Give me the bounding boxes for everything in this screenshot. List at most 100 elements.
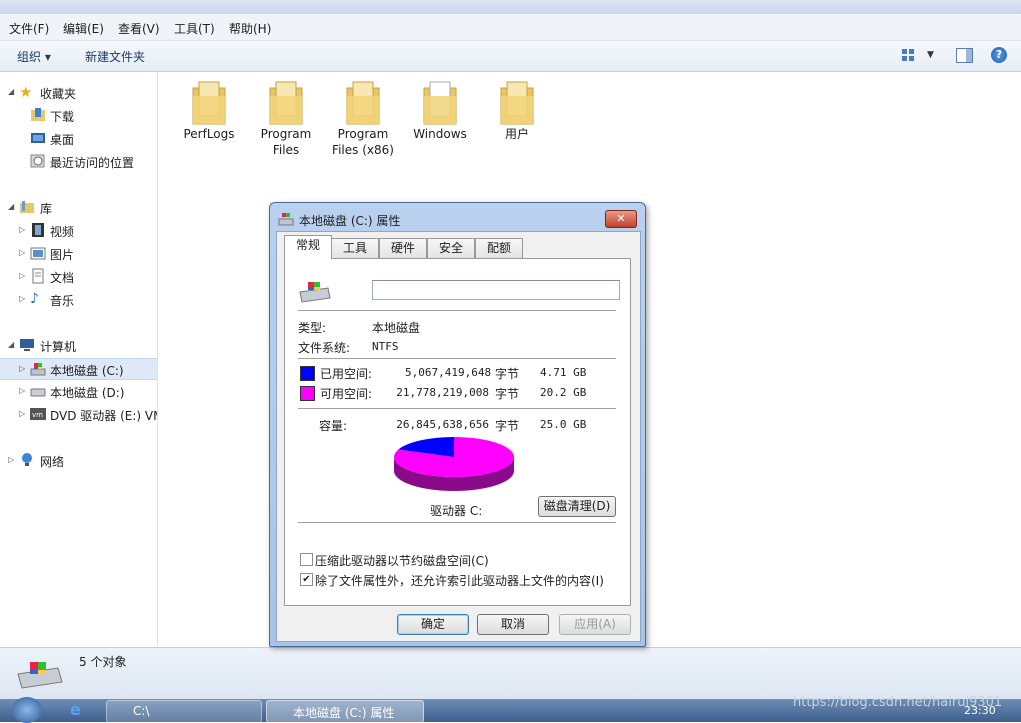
free-space-label: 可用空间:: [320, 387, 373, 401]
folder-item[interactable]: Program Files (x86): [328, 78, 398, 158]
preview-pane-icon[interactable]: [956, 48, 973, 63]
ok-button[interactable]: 确定: [397, 614, 469, 635]
folder-item[interactable]: Windows: [405, 78, 475, 142]
nav-network[interactable]: ▷ 网络: [0, 450, 157, 470]
nav-label: 本地磁盘 (C:): [50, 364, 124, 378]
nav-label: 下载: [50, 110, 75, 124]
free-space-bytes: 21,778,219,008: [396, 386, 489, 399]
nav-label: 文档: [50, 271, 75, 285]
menu-help[interactable]: 帮助(H): [229, 20, 271, 37]
nav-drive-e[interactable]: ▷ vm DVD 驱动器 (E:) VM: [0, 404, 157, 424]
folder-icon: [266, 78, 306, 126]
tab-tools[interactable]: 工具: [331, 238, 379, 258]
collapsed-arrow-icon[interactable]: ▷: [19, 364, 25, 373]
folder-item[interactable]: PerfLogs: [174, 78, 244, 142]
menu-view[interactable]: 查看(V): [118, 20, 160, 37]
collapsed-arrow-icon[interactable]: ▷: [19, 225, 25, 234]
nav-label: 网络: [40, 455, 65, 469]
clock[interactable]: 23:30: [964, 704, 996, 717]
folder-item[interactable]: 用户: [482, 78, 552, 142]
dvd-drive-icon: vm: [30, 406, 46, 422]
folder-name: 用户: [504, 127, 529, 141]
disk-cleanup-button[interactable]: 磁盘清理(D): [538, 496, 616, 517]
details-pane: 5 个对象: [0, 647, 1021, 700]
type-value: 本地磁盘: [372, 321, 421, 335]
tab-hardware[interactable]: 硬件: [379, 238, 427, 258]
menu-tools[interactable]: 工具(T): [174, 20, 215, 37]
used-space-bytes: 5,067,419,648: [405, 366, 492, 379]
folder-item[interactable]: Program Files: [251, 78, 321, 158]
organize-button[interactable]: 组织 ▾: [17, 48, 51, 65]
collapsed-arrow-icon[interactable]: ▷: [8, 455, 14, 464]
nav-desktop[interactable]: 桌面: [0, 128, 157, 148]
drive-small-icon: [278, 212, 294, 229]
help-icon[interactable]: ?: [991, 47, 1007, 63]
index-checkbox[interactable]: ✔: [300, 573, 313, 586]
cancel-button[interactable]: 取消: [477, 614, 549, 635]
star-icon: ★: [19, 83, 33, 101]
library-icon: [19, 199, 35, 215]
view-dropdown-icon[interactable]: ▼: [927, 50, 934, 60]
collapsed-arrow-icon[interactable]: ▷: [19, 409, 25, 418]
network-icon: [19, 452, 35, 468]
collapsed-arrow-icon[interactable]: ▷: [19, 294, 25, 303]
usage-pie-chart: [394, 437, 514, 491]
nav-recent-places[interactable]: 最近访问的位置: [0, 151, 157, 171]
menu-bar: 文件(F) 编辑(E) 查看(V) 工具(T) 帮助(H): [0, 14, 1021, 41]
volume-label-input[interactable]: [372, 280, 620, 300]
nav-videos[interactable]: ▷ 视频: [0, 220, 157, 240]
capacity-bytes: 26,845,638,656: [396, 418, 489, 431]
nav-downloads[interactable]: 下载: [0, 105, 157, 125]
nav-drive-c[interactable]: ▷ 本地磁盘 (C:): [0, 358, 157, 380]
expanded-arrow-icon[interactable]: ◢: [8, 340, 14, 349]
nav-label: 收藏夹: [40, 87, 77, 101]
downloads-folder-icon: [30, 107, 46, 123]
folder-name-line2: Files: [272, 143, 300, 157]
collapsed-arrow-icon[interactable]: ▷: [19, 271, 25, 280]
nav-drive-d[interactable]: ▷ 本地磁盘 (D:): [0, 381, 157, 401]
compress-label: 压缩此驱动器以节约磁盘空间(C): [315, 554, 489, 568]
menu-edit[interactable]: 编辑(E): [63, 20, 104, 37]
expanded-arrow-icon[interactable]: ◢: [8, 87, 14, 96]
nav-label: 最近访问的位置: [50, 156, 135, 170]
nav-pictures[interactable]: ▷ 图片: [0, 243, 157, 263]
capacity-label: 容量:: [319, 419, 348, 433]
command-bar: 组织 ▾ 新建文件夹 ▼ ?: [0, 41, 1021, 72]
divider: [298, 522, 616, 524]
document-icon: [30, 268, 46, 284]
tab-general[interactable]: 常规: [284, 235, 332, 259]
used-space-label: 已用空间:: [320, 367, 373, 381]
collapsed-arrow-icon[interactable]: ▷: [19, 386, 25, 395]
nav-computer[interactable]: ◢ 计算机: [0, 335, 157, 355]
start-button[interactable]: [12, 697, 42, 723]
item-count: 5 个对象: [79, 655, 127, 669]
expanded-arrow-icon[interactable]: ◢: [8, 202, 14, 211]
apply-button[interactable]: 应用(A): [559, 614, 631, 635]
type-label: 类型:: [298, 321, 327, 335]
nav-documents[interactable]: ▷ 文档: [0, 266, 157, 286]
menu-file[interactable]: 文件(F): [9, 20, 49, 37]
taskbar-item-properties[interactable]: 本地磁盘 (C:) 属性: [266, 700, 424, 723]
nav-label: 视频: [50, 225, 75, 239]
divider: [298, 310, 616, 312]
close-button[interactable]: ✕: [605, 210, 637, 228]
divider: [298, 358, 616, 360]
free-space-gb: 20.2 GB: [540, 386, 587, 399]
music-icon: ♪: [30, 291, 39, 307]
nav-favorites[interactable]: ◢ ★ 收藏夹: [0, 82, 157, 102]
compress-checkbox[interactable]: [300, 553, 313, 566]
collapsed-arrow-icon[interactable]: ▷: [19, 248, 25, 257]
divider: [298, 408, 616, 410]
view-options-icon[interactable]: [902, 49, 916, 61]
tab-security[interactable]: 安全: [427, 238, 475, 258]
tab-quota[interactable]: 配额: [475, 238, 523, 258]
nav-libraries[interactable]: ◢ 库: [0, 197, 157, 217]
folder-icon: [343, 78, 383, 126]
taskbar-item-label: C:\: [133, 704, 150, 718]
index-label: 除了文件属性外，还允许索引此驱动器上文件的内容(I): [315, 574, 604, 588]
new-folder-button[interactable]: 新建文件夹: [85, 48, 145, 65]
taskbar-item-explorer[interactable]: C:\: [106, 700, 262, 723]
nav-music[interactable]: ▷ ♪ 音乐: [0, 289, 157, 309]
nav-label: 音乐: [50, 294, 75, 308]
ie-icon[interactable]: e: [70, 702, 81, 718]
